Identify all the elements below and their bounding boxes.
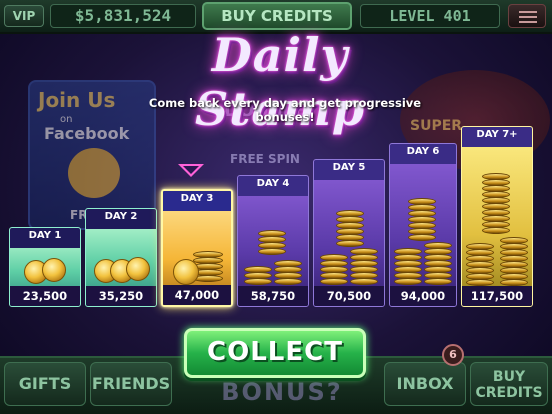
mascot-icon [68, 148, 120, 198]
buy-credits-bottom-button[interactable]: BUY CREDITS [470, 362, 548, 406]
day-amount: 70,500 [314, 286, 384, 306]
day-card-4: DAY 4 58,750 [237, 175, 309, 307]
coin-stack-icon [163, 211, 231, 285]
day-amount: 23,500 [10, 286, 80, 306]
day-card-6: DAY 6 94,000 [389, 143, 457, 307]
day-label: DAY 6 [390, 144, 456, 164]
inbox-count-badge: 6 [442, 344, 464, 366]
level-indicator: LEVEL 401 [360, 4, 500, 28]
day-card-7: DAY 7+ 117,500 [461, 126, 533, 307]
collect-button[interactable]: COLLECT [184, 328, 366, 378]
day-card-2: DAY 2 35,250 [85, 208, 157, 307]
day-card-3[interactable]: DAY 3 47,000 [161, 189, 233, 307]
game-screen: VIP $5,831,524 BUY CREDITS LEVEL 401 Joi… [0, 0, 552, 414]
coin-stack-icon [314, 180, 384, 286]
day-amount: 35,250 [86, 286, 156, 306]
day-amount: 117,500 [462, 286, 532, 306]
friends-button[interactable]: FRIENDS [90, 362, 172, 406]
day-card-5: DAY 5 70,500 [313, 159, 385, 307]
coin-stack-icon [390, 164, 456, 286]
day-label: DAY 3 [163, 191, 231, 211]
day-label: DAY 1 [10, 228, 80, 248]
menu-icon [519, 11, 537, 13]
day-label: DAY 2 [86, 209, 156, 229]
coin-stack-icon [10, 248, 80, 286]
day-label: DAY 5 [314, 160, 384, 180]
vip-button[interactable]: VIP [4, 5, 44, 27]
menu-button[interactable] [508, 4, 546, 28]
buy-credits-line2: CREDITS [475, 385, 543, 401]
gifts-button[interactable]: GIFTS [4, 362, 86, 406]
dialog-title: Daily Stamp [194, 28, 366, 136]
today-marker-icon [178, 164, 204, 177]
coin-stack-icon [86, 229, 156, 286]
day-card-1: DAY 1 23,500 [9, 227, 81, 307]
buy-credits-top-button[interactable]: BUY CREDITS [202, 2, 352, 30]
credits-balance: $5,831,524 [50, 4, 196, 28]
bonus-indicator: BONUS? [221, 378, 343, 406]
day-label: DAY 4 [238, 176, 308, 196]
day-amount: 47,000 [163, 285, 231, 305]
buy-credits-line1: BUY [492, 369, 526, 385]
day-amount: 94,000 [390, 286, 456, 306]
dialog-subtitle: Come back every day and get progressive … [148, 96, 422, 124]
inbox-button[interactable]: INBOX [384, 362, 466, 406]
coin-stack-icon [462, 147, 532, 286]
day-label: DAY 7+ [462, 127, 532, 147]
coin-stack-icon [238, 196, 308, 286]
day-amount: 58,750 [238, 286, 308, 306]
